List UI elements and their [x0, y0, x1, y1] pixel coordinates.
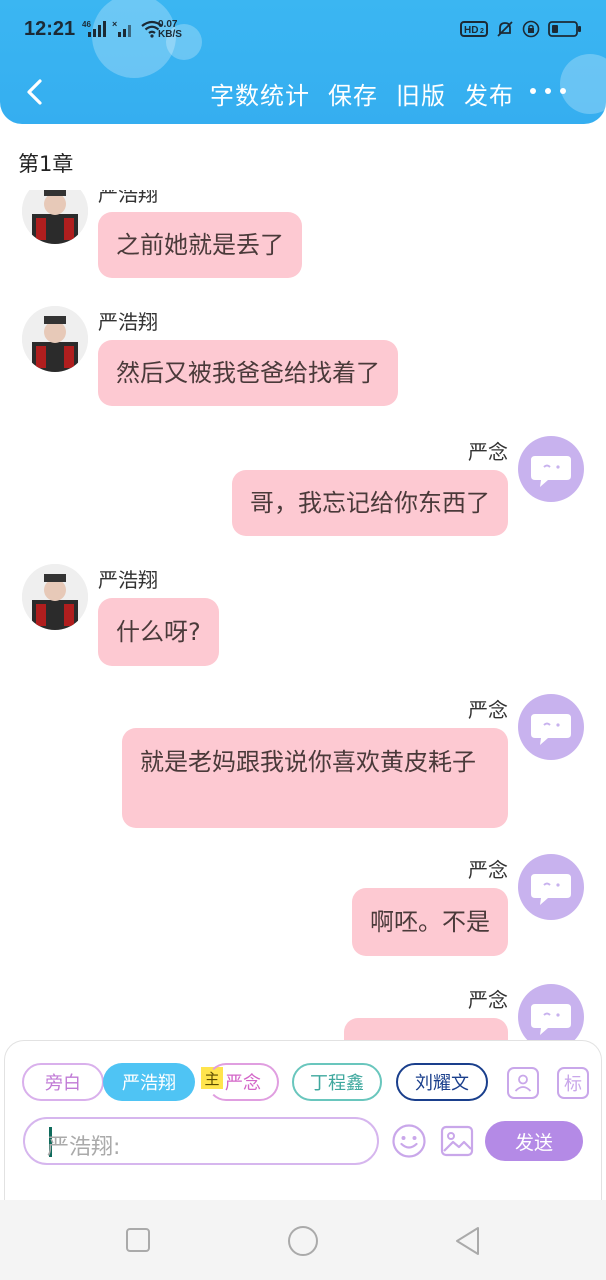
avatar-yannian[interactable] [518, 694, 584, 760]
home-button[interactable] [286, 1224, 320, 1262]
role-chip-liuyaowen[interactable]: 刘耀文 [396, 1063, 488, 1101]
nav-actions: 字数统计 保存 旧版 发布 [210, 76, 514, 111]
sender-name: 严念 [468, 440, 508, 464]
battery-icon [548, 21, 581, 37]
more-options-icon[interactable] [530, 76, 566, 106]
role-chip-narration[interactable]: 旁白 [22, 1063, 104, 1101]
send-button[interactable]: 发送 [485, 1121, 583, 1161]
person-avatar-icon [22, 190, 88, 244]
input-placeholder: 严浩翔: [47, 1135, 121, 1160]
chat-bubble-face-icon [531, 874, 571, 905]
message-bubble[interactable]: 之前她就是丢了 [98, 212, 302, 278]
speed-unit: KB/S [158, 29, 182, 40]
smiley-icon [392, 1124, 426, 1158]
status-bar: 12:21 46 × 0.07 KB/S HD 2 [0, 0, 606, 60]
composer-panel: 旁白 严浩翔 主 严念 丁程鑫 刘耀文 标 严浩翔: 发送 [4, 1040, 602, 1200]
avatar-yannian[interactable] [518, 854, 584, 920]
status-icons-left: 46 × [82, 20, 164, 38]
sender-name: 严浩翔 [98, 568, 158, 592]
svg-text:2: 2 [480, 28, 484, 35]
back-button[interactable] [18, 74, 54, 110]
role-chip-yannian[interactable]: 严念 [207, 1063, 279, 1101]
circle-icon [288, 1226, 318, 1256]
network-speed: 0.07 KB/S [158, 20, 182, 40]
tag-icon: 标 [564, 1074, 582, 1095]
chat-bubble-face-icon [531, 714, 571, 745]
save-button[interactable]: 保存 [328, 76, 378, 111]
triangle-back-icon [456, 1227, 479, 1255]
system-navigation-bar [0, 1200, 606, 1280]
avatar-yannian[interactable] [518, 984, 584, 1040]
avatar-yanhaoxiang[interactable] [22, 564, 88, 630]
square-icon [126, 1228, 150, 1252]
person-avatar-icon [22, 564, 88, 630]
system-back-button[interactable] [452, 1224, 482, 1262]
message-bubble[interactable]: 什么呀? [98, 598, 219, 666]
avatar-yanhaoxiang[interactable] [22, 190, 88, 244]
word-count-button[interactable]: 字数统计 [210, 76, 310, 111]
svg-text:46: 46 [82, 20, 91, 29]
lock-rotation-icon [522, 20, 540, 38]
message-bubble[interactable]: 哥，我忘记给你东西了 [232, 470, 508, 536]
recent-apps-button[interactable] [124, 1226, 152, 1258]
sender-name: 严浩翔 [98, 310, 158, 334]
image-icon [440, 1125, 474, 1157]
tag-button[interactable]: 标 [557, 1067, 589, 1099]
avatar-yannian[interactable] [518, 436, 584, 502]
add-role-button[interactable] [507, 1067, 539, 1099]
chat-area[interactable]: 严浩翔 之前她就是丢了 严浩翔 然后又被我爸爸给找着了 严念 哥，我忘记给你东西… [0, 190, 606, 1040]
role-chip-dingchengxin[interactable]: 丁程鑫 [292, 1063, 382, 1101]
cellular-signal-icon: 46 [82, 20, 106, 37]
sender-name: 严念 [468, 988, 508, 1012]
old-version-button[interactable]: 旧版 [396, 76, 446, 111]
publish-button[interactable]: 发布 [464, 76, 514, 111]
chat-bubble-face-icon [531, 456, 571, 487]
message-bubble[interactable]: 就是老妈跟我说你喜欢黄皮耗子 [122, 728, 508, 828]
sender-name: 严浩翔 [98, 190, 158, 206]
mute-bell-icon [497, 21, 513, 37]
image-button[interactable] [439, 1123, 475, 1163]
top-nav-bar: 字数统计 保存 旧版 发布 [0, 62, 606, 122]
cellular-signal-off-icon: × [112, 20, 131, 37]
message-input[interactable]: 严浩翔: [23, 1117, 379, 1165]
sender-name: 严念 [468, 858, 508, 882]
chat-bubble-face-icon [531, 1004, 571, 1035]
chapter-title[interactable]: 第1章 [18, 148, 73, 178]
app-header: 12:21 46 × 0.07 KB/S HD 2 字数统计 保存 旧版 发布 [0, 0, 606, 124]
hd-voice-icon: HD 2 [460, 21, 488, 37]
status-time: 12:21 [24, 18, 76, 40]
emoji-button[interactable] [391, 1123, 427, 1163]
role-chip-yanhaoxiang[interactable]: 严浩翔 [103, 1063, 195, 1101]
status-icons-right: HD 2 [460, 20, 582, 38]
message-bubble[interactable] [344, 1018, 508, 1040]
message-bubble[interactable]: 然后又被我爸爸给找着了 [98, 340, 398, 406]
person-avatar-icon [22, 306, 88, 372]
svg-text:HD: HD [464, 25, 478, 36]
avatar-yanhaoxiang[interactable] [22, 306, 88, 372]
svg-text:×: × [112, 20, 117, 29]
person-icon [514, 1074, 532, 1092]
sender-name: 严念 [468, 698, 508, 722]
message-bubble[interactable]: 啊呸。不是 [352, 888, 508, 956]
chevron-left-icon [27, 79, 42, 105]
